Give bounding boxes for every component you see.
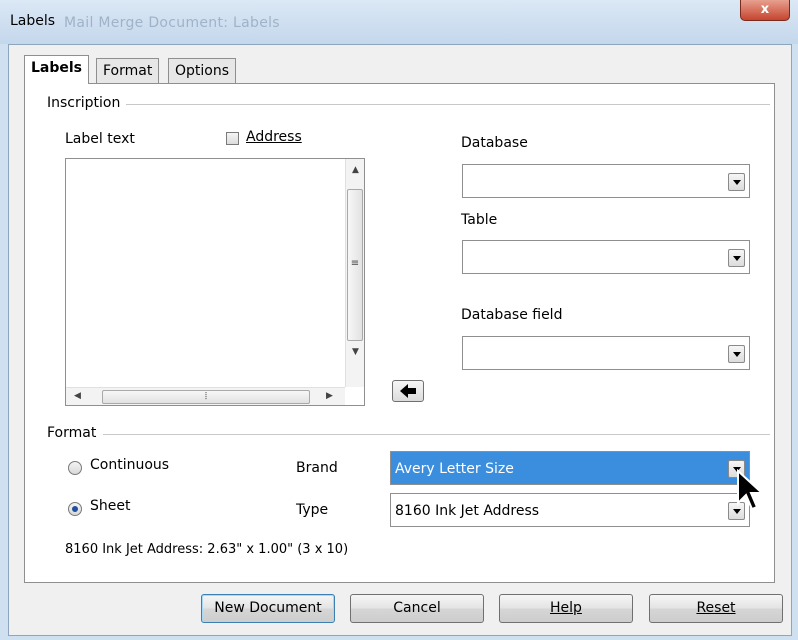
scroll-left-icon[interactable]: ◀ [74,391,81,401]
sheet-radio[interactable] [68,502,82,516]
brand-value: Avery Letter Size [395,461,514,477]
left-arrow-icon [400,384,416,398]
continuous-radio[interactable] [68,461,82,475]
table-select[interactable] [462,240,750,274]
background-window-title: Mail Merge Document: Labels [64,15,280,31]
title-bar: Labels Mail Merge Document: Labels x [0,0,798,44]
scroll-up-icon[interactable]: ▲ [346,165,365,175]
labels-tab-panel: Inscription Label text Address ▲ ≡ ▼ ◀ ⦙… [24,83,775,583]
sheet-label: Sheet [90,498,131,514]
label-text-label: Label text [65,131,135,147]
inscription-divider [125,104,770,105]
reset-button-label: Reset [696,600,736,616]
horizontal-scroll-thumb[interactable]: ⦙ [102,390,310,404]
table-label: Table [461,212,498,228]
reset-button[interactable]: Reset [649,594,783,623]
tab-format-text: Format [103,63,153,79]
address-checkbox-label: Address [246,129,302,145]
cancel-button[interactable]: Cancel [350,594,484,623]
help-button-label: Help [550,600,582,616]
tab-options[interactable]: Options [168,58,237,83]
database-select[interactable] [462,164,750,198]
address-checkbox[interactable] [226,132,239,145]
type-select[interactable]: 8160 Ink Jet Address [390,493,750,527]
label-text-area[interactable]: ▲ ≡ ▼ ◀ ⦙ ▶ [65,158,365,406]
chevron-down-icon[interactable] [728,345,745,363]
database-label-text: Database [461,135,528,151]
label-format-info: 8160 Ink Jet Address: 2.63" x 1.00" (3 x… [65,542,349,557]
tab-format[interactable]: Format [96,58,160,83]
cancel-button-label: Cancel [393,600,441,616]
labels-dialog: Labels Format Options Inscription Label … [8,44,792,636]
database-field-label: Database field [461,307,563,323]
chevron-down-icon[interactable] [728,173,745,191]
type-value: 8160 Ink Jet Address [395,503,540,519]
brand-select[interactable]: Avery Letter Size [390,451,750,485]
brand-label: Brand [296,460,338,476]
grip-icon: ⦙ [204,391,208,402]
vertical-scrollbar[interactable]: ▲ ≡ ▼ [345,159,364,387]
type-label: Type [296,502,329,518]
inscription-group-label: Inscription [47,95,127,111]
cursor-icon [737,469,765,511]
close-button[interactable]: x [740,0,790,21]
tab-labels[interactable]: Labels [24,55,90,84]
database-field-select[interactable] [462,336,750,370]
database-label: Database [461,135,528,151]
tab-labels-text: Labels [31,60,83,76]
address-label-text: Address [246,129,302,145]
tab-options-text: Options [175,63,230,79]
vertical-scroll-thumb[interactable]: ≡ [347,189,363,341]
format-divider [103,434,770,435]
scroll-right-icon[interactable]: ▶ [326,391,333,401]
help-button[interactable]: Help [499,594,633,623]
grip-icon: ≡ [350,258,360,269]
new-document-button[interactable]: New Document [201,594,335,623]
insert-field-button[interactable] [392,380,424,402]
horizontal-scrollbar[interactable]: ◀ ⦙ ▶ [66,387,345,405]
new-document-button-label: New Document [214,600,322,616]
format-group-label: Format [47,425,103,441]
scroll-down-icon[interactable]: ▼ [346,347,365,357]
window-title: Labels [10,13,56,29]
chevron-down-icon[interactable] [728,249,745,267]
close-icon: x [760,2,770,17]
continuous-label: Continuous [90,457,170,473]
